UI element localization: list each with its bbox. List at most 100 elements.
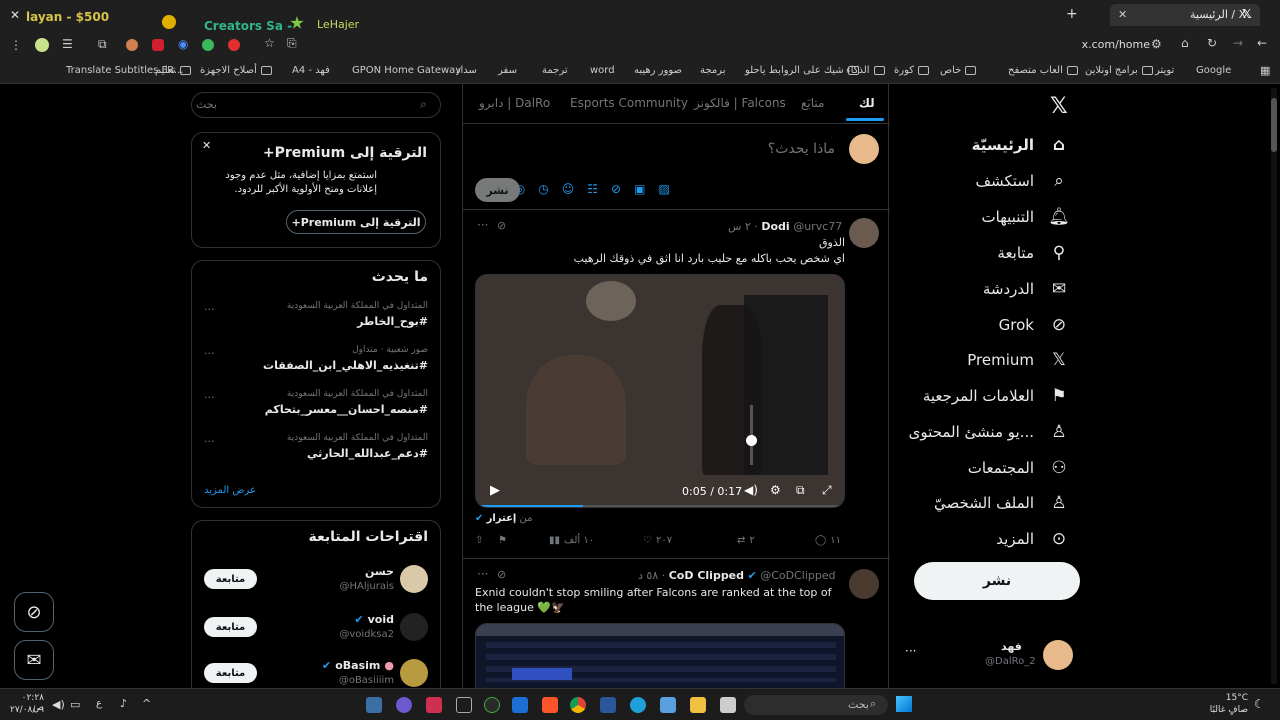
search-input[interactable]: ⌕ بحث [191,92,441,118]
close-icon[interactable]: ✕ [202,139,211,152]
share-icon[interactable]: ⎘ [287,36,297,51]
tab-dalro[interactable]: دابرو | DalRo [479,96,550,110]
tab-for-you[interactable]: لك [859,96,875,110]
more-dots-icon[interactable]: ··· [905,644,916,658]
extension-icon[interactable]: ☰ [62,37,73,51]
app-icon[interactable] [426,697,442,713]
app-icon[interactable] [456,697,472,713]
suggestion-item[interactable]: حسن @HAljurais متابعة [192,563,440,599]
puzzle-icon[interactable]: ⧉ [98,37,107,52]
nav-follow[interactable]: ⚲ متابعة [997,238,1070,268]
bookmark-item[interactable]: سفر [498,65,517,76]
tray-chevron-icon[interactable]: ^ [142,697,151,710]
trend-item[interactable]: المتداول في المملكة العربية السعودية #دع… [192,433,440,473]
app-icon[interactable] [600,697,616,713]
mic-icon[interactable]: ♪ [120,697,127,710]
star-bookmark-icon[interactable]: ☆ [264,36,275,50]
tweet[interactable]: Dodi @urvc77 · ٢ س ··· ⊘ الذوق اي شخص يح… [463,210,890,558]
nav-more[interactable]: ⊙ المزيد [996,524,1070,554]
bookmark-twitter[interactable]: تويتر [1155,65,1174,76]
grok-icon[interactable]: ⊘ [497,219,506,232]
tweet[interactable]: CoD Clipped ✔ @CoDClipped · ٥٨ د ··· ⊘ E… [463,559,890,688]
premium-upgrade-button[interactable]: الترقية إلى Premium+ [286,210,426,234]
views-button[interactable]: ▮▮ ١٠ ألف [549,535,594,546]
extension-green-icon[interactable] [202,39,214,51]
windows-start-icon[interactable] [896,696,912,712]
weather-temp[interactable]: 15°C [1204,693,1248,703]
bookmark-folder[interactable]: برامج اونلاين [1085,65,1153,76]
input-language[interactable]: ع [96,698,102,709]
xbox-icon[interactable] [484,697,500,713]
tweet-author-name[interactable]: Dodi [761,220,789,233]
more-dots-icon[interactable]: ··· [477,218,488,232]
taskbar-search[interactable]: ⌕ بحث [744,695,888,715]
back-icon[interactable]: ← [1257,36,1267,50]
x-logo-icon[interactable]: 𝕏 [1050,94,1068,119]
close-window-icon[interactable]: ✕ [10,8,20,22]
nav-grok[interactable]: ⊘ Grok [999,310,1070,340]
tweet-time[interactable]: ٥٨ د [638,569,658,582]
grok-icon[interactable]: ⊘ [497,568,506,581]
home-browser-icon[interactable]: ⌂ [1181,36,1189,50]
mail-app-icon[interactable] [512,697,528,713]
account-switcher[interactable]: فهد @DalRo_2 ··· [905,636,1085,680]
follow-button[interactable]: متابعة [204,617,257,637]
compose-input[interactable]: ماذا يحدث؟ [475,141,835,157]
play-icon[interactable]: ▶ [490,483,500,498]
more-dots-icon[interactable]: ··· [204,303,215,316]
tab-layan[interactable]: layan - $500 [26,10,156,26]
reload-icon[interactable]: ↻ [1207,36,1217,50]
tab-creators[interactable]: Creators Sa - [204,19,292,33]
like-button[interactable]: ♡ ٢٠٧ [643,535,672,546]
clock-date[interactable]: ٢٧/٠٨/٠١ [10,705,45,715]
nav-bookmarks[interactable]: ⚑ العلامات المرجعية [923,381,1070,411]
tweet-time[interactable]: ٢ س [728,220,751,233]
tab-lehajer[interactable]: LeHajer [317,18,359,31]
emoji-icon[interactable]: ☺ [562,182,575,197]
forward-icon[interactable]: → [1233,36,1243,50]
bookmark-item[interactable]: صوور رهيبه [634,65,682,76]
scrollbar[interactable] [1271,88,1277,684]
site-settings-icon[interactable]: ⚙ [1151,37,1162,51]
trend-item[interactable]: المتداول في المملكة العربية السعودية #بو… [192,301,440,341]
compose-post-button[interactable]: نشر [475,178,520,202]
app-icon[interactable] [720,697,736,713]
folder-icon[interactable] [690,697,706,713]
extension-audio-icon[interactable]: ◉ [178,37,188,51]
post-button[interactable]: نشر [914,562,1080,600]
image-icon[interactable]: ▨ [658,182,669,197]
volume-icon[interactable]: ◀) [744,483,758,497]
nav-explore[interactable]: ⌕ استكشف [976,166,1070,196]
tab-following[interactable]: متابَع [801,96,824,110]
extension-red-icon[interactable] [152,39,164,51]
extension-block-icon[interactable] [228,39,240,51]
follow-button[interactable]: متابعة [204,663,257,683]
retweet-button[interactable]: ⇄ ٢ [737,535,755,546]
grok-float-button[interactable]: ⊘ [14,592,54,632]
app-icon[interactable] [660,697,676,713]
messages-float-button[interactable]: ✉ [14,640,54,680]
bookmark-item[interactable]: ترجمة [542,65,568,76]
tweet-author-handle[interactable]: @urvc77 [793,220,842,233]
tweet-author-name[interactable]: CoD Clipped [669,569,744,582]
more-dots-icon[interactable]: ··· [204,347,215,360]
poll-icon[interactable]: ☷ [587,182,598,197]
nav-home[interactable]: ⌂ الرئيسيّة [972,130,1070,160]
share-button[interactable]: ⇧ [475,535,483,546]
video-source[interactable]: من إعترار ✔ [475,513,532,524]
settings-icon[interactable]: ⚙ [770,483,781,497]
fullscreen-icon[interactable]: ⤢ [822,483,832,498]
grok-compose-icon[interactable]: ⊘ [611,182,621,197]
bookmark-item[interactable]: برمجة [700,65,725,76]
bookmark-item[interactable]: فهد - A4 [292,65,330,76]
video-progress-track[interactable] [476,505,844,507]
trend-item[interactable]: صور شعبية · متداول #تنغيذيه_الاهلي_ابن_ا… [192,345,440,385]
schedule-icon[interactable]: ◷ [538,182,548,197]
tab-esports[interactable]: Esports Community [570,96,688,110]
brave-icon[interactable] [542,697,558,713]
bookmark-button[interactable]: ⚑ [498,535,507,546]
more-dots-icon[interactable]: ··· [204,391,215,404]
weather-desc[interactable]: صافٍ غالبًا [1196,705,1248,715]
chrome-icon[interactable] [570,697,586,713]
steam-icon[interactable] [366,697,382,713]
